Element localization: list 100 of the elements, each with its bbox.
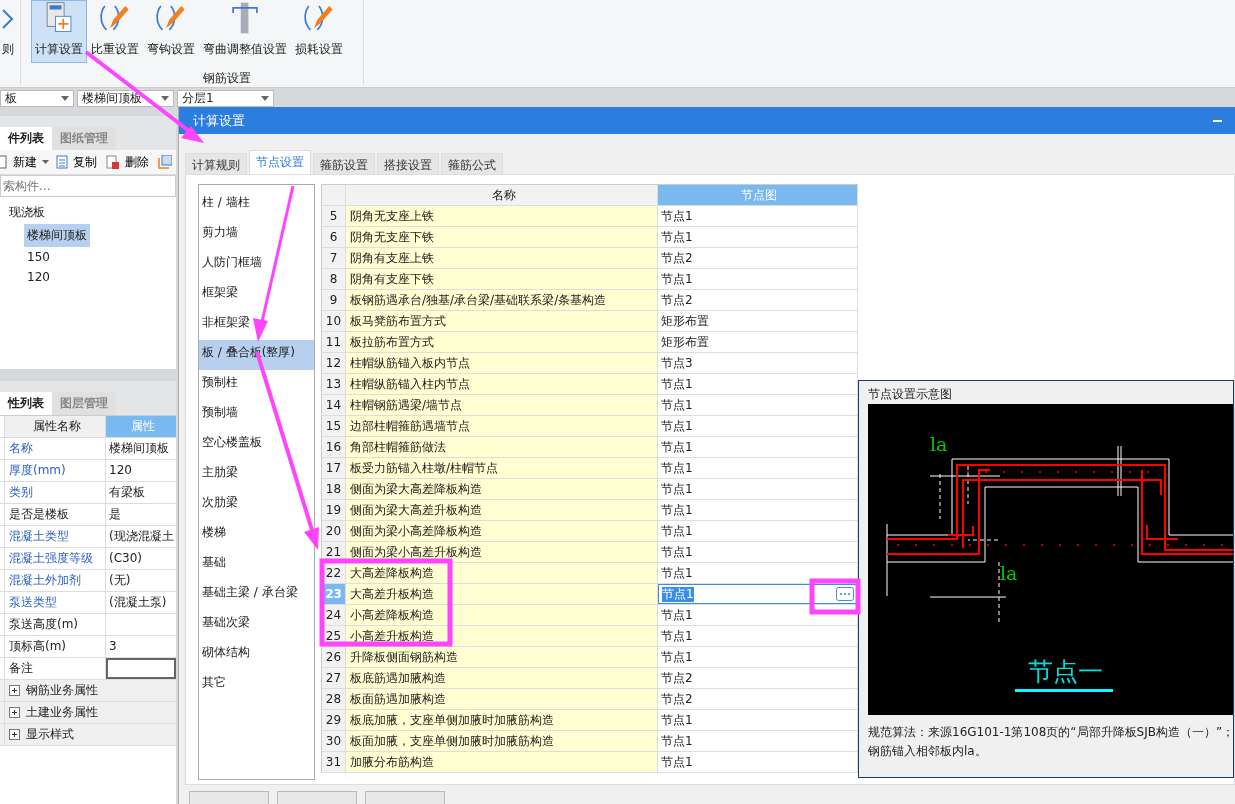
row-number: 20 bbox=[322, 521, 346, 541]
property-value: 是 bbox=[108, 506, 122, 523]
table-cell: 边部柱帽箍筋遇墙节点 bbox=[346, 416, 658, 436]
category-item[interactable]: 砌体结构 bbox=[199, 640, 253, 670]
table-cell: 节点2 bbox=[658, 290, 858, 310]
property-value: 120 bbox=[108, 462, 133, 479]
ribbon-button[interactable]: 弯曲调整值设置 bbox=[199, 0, 291, 63]
panel-tab[interactable]: 性列表 bbox=[0, 392, 52, 415]
toolbar-button[interactable]: 复制 bbox=[71, 153, 99, 171]
caret-icon bbox=[161, 96, 169, 101]
table-cell: 小高差降板构造 bbox=[346, 605, 658, 625]
category-item[interactable]: 基础主梁 / 承台梁 bbox=[199, 580, 301, 610]
table-cell: 大高差降板构造 bbox=[346, 563, 658, 583]
property-name: 混凝土外加剂 bbox=[5, 570, 106, 591]
property-name: 泵送类型 bbox=[5, 592, 106, 613]
dropdown[interactable]: 分层1 bbox=[177, 90, 274, 107]
tree-item[interactable]: 120 bbox=[24, 267, 53, 287]
ribbon-button[interactable]: 损耗设置 bbox=[291, 0, 347, 63]
toolbar-button[interactable]: 新建 bbox=[11, 153, 39, 171]
row-number: 12 bbox=[322, 353, 346, 373]
table-cell: 升降板侧面钢筋构造 bbox=[346, 647, 658, 667]
row-number: 19 bbox=[322, 500, 346, 520]
property-name: 混凝土类型 bbox=[5, 526, 106, 547]
category-item[interactable]: 人防门框墙 bbox=[199, 250, 265, 280]
category-item[interactable]: 基础 bbox=[199, 550, 229, 580]
row-number: 31 bbox=[322, 752, 346, 772]
table-cell: 角部柱帽箍筋做法 bbox=[346, 437, 658, 457]
table-cell: 节点1 bbox=[658, 206, 858, 226]
category-item[interactable]: 主肋梁 bbox=[199, 460, 241, 490]
property-name: 类别 bbox=[5, 482, 106, 503]
property-value: (现浇混凝土 bbox=[108, 528, 175, 545]
group-label: 显示样式 bbox=[26, 726, 74, 743]
table-cell: 矩形布置 bbox=[658, 332, 858, 352]
table-cell: 柱帽钢筋遇梁/墙节点 bbox=[346, 395, 658, 415]
property-value: 楼梯间顶板 bbox=[108, 440, 170, 457]
expand-icon[interactable] bbox=[9, 729, 20, 740]
category-item[interactable]: 预制柱 bbox=[199, 370, 241, 400]
property-value: (C30) bbox=[108, 550, 143, 567]
category-item[interactable]: 其它 bbox=[199, 670, 229, 700]
row-number: 27 bbox=[322, 668, 346, 688]
diagram-caption: 节点一 bbox=[1027, 657, 1103, 686]
rule-note: 规范算法：来源16G101-1第108页的“局部升降板SJB构造（一）”； 钢筋锚入相邻板内la。 bbox=[868, 724, 1233, 760]
dialog-tab[interactable]: 箍筋设置 bbox=[313, 153, 375, 174]
more-icon[interactable] bbox=[836, 587, 854, 601]
category-item[interactable]: 基础次梁 bbox=[199, 610, 253, 640]
row-number: 8 bbox=[322, 269, 346, 289]
property-value: 3 bbox=[108, 638, 118, 655]
dialog-tab[interactable]: 计算规则 bbox=[185, 153, 247, 174]
table-cell: 节点3 bbox=[658, 353, 858, 373]
category-item[interactable]: 次肋梁 bbox=[199, 490, 241, 520]
ribbon-button[interactable]: 弯钩设置 bbox=[143, 0, 199, 63]
panel-tab[interactable]: 件列表 bbox=[0, 127, 52, 150]
property-value: 有梁板 bbox=[108, 484, 146, 501]
dialog-title: 计算设置 bbox=[193, 111, 245, 130]
tree-item[interactable]: 150 bbox=[24, 247, 53, 267]
category-item[interactable]: 框架梁 bbox=[199, 280, 241, 310]
category-item[interactable]: 柱 / 墙柱 bbox=[199, 190, 253, 220]
category-item[interactable]: 空心楼盖板 bbox=[199, 430, 265, 460]
tree-item[interactable]: 现浇板 bbox=[6, 201, 48, 224]
table-cell: 阴角无支座下铁 bbox=[346, 227, 658, 247]
table-cell: 板面加腋，支座单侧加腋时加腋筋构造 bbox=[346, 731, 658, 751]
search-field[interactable]: 索构件... bbox=[0, 175, 176, 197]
table-cell: 节点1 bbox=[658, 227, 858, 247]
row-number: 11 bbox=[322, 332, 346, 352]
dialog-tab[interactable]: 搭接设置 bbox=[377, 153, 439, 174]
dialog-tab[interactable]: 箍筋公式 bbox=[441, 153, 503, 174]
category-item[interactable]: 预制墙 bbox=[199, 400, 241, 430]
toolbar-button[interactable]: 删除 bbox=[123, 153, 151, 171]
row-number: 13 bbox=[322, 374, 346, 394]
group-label: 钢筋业务属性 bbox=[26, 682, 98, 699]
table-cell: 阴角无支座上铁 bbox=[346, 206, 658, 226]
table-cell: 矩形布置 bbox=[658, 311, 858, 331]
dialog-tab[interactable]: 节点设置 bbox=[249, 150, 311, 174]
ribbon-button[interactable]: 计算设置 bbox=[31, 0, 87, 63]
tree-item[interactable]: 楼梯间顶板 bbox=[24, 224, 90, 247]
ribbon-button[interactable]: 则 bbox=[0, 0, 16, 63]
property-name: 备注 bbox=[5, 658, 106, 679]
row-number: 29 bbox=[322, 710, 346, 730]
column-header: 名称 bbox=[346, 185, 658, 205]
category-item[interactable]: 楼梯 bbox=[199, 520, 229, 550]
expand-icon[interactable] bbox=[9, 685, 20, 696]
property-name: 名称 bbox=[5, 438, 106, 459]
table-cell: 板马凳筋布置方式 bbox=[346, 311, 658, 331]
copy-icon bbox=[56, 155, 68, 169]
dropdown[interactable]: 板 bbox=[0, 90, 74, 107]
ribbon-button[interactable]: 比重设置 bbox=[87, 0, 143, 63]
category-item[interactable]: 非框架梁 bbox=[199, 310, 253, 340]
row-number: 10 bbox=[322, 311, 346, 331]
property-input[interactable] bbox=[106, 658, 176, 679]
property-name: 顶标高(m) bbox=[5, 636, 106, 657]
category-item[interactable]: 剪力墙 bbox=[199, 220, 241, 250]
group-label: 土建业务属性 bbox=[26, 704, 98, 721]
table-cell: 侧面为梁大高差升板构造 bbox=[346, 500, 658, 520]
table-cell: 节点1 bbox=[658, 269, 858, 289]
table-cell: 节点2 bbox=[658, 248, 858, 268]
table-cell: 阴角有支座下铁 bbox=[346, 269, 658, 289]
panel-title: 节点设置示意图 bbox=[868, 386, 953, 403]
dropdown[interactable]: 楼梯间顶板 bbox=[77, 90, 174, 107]
table-cell: 板底筋遇加腋构造 bbox=[346, 668, 658, 688]
expand-icon[interactable] bbox=[9, 707, 20, 718]
